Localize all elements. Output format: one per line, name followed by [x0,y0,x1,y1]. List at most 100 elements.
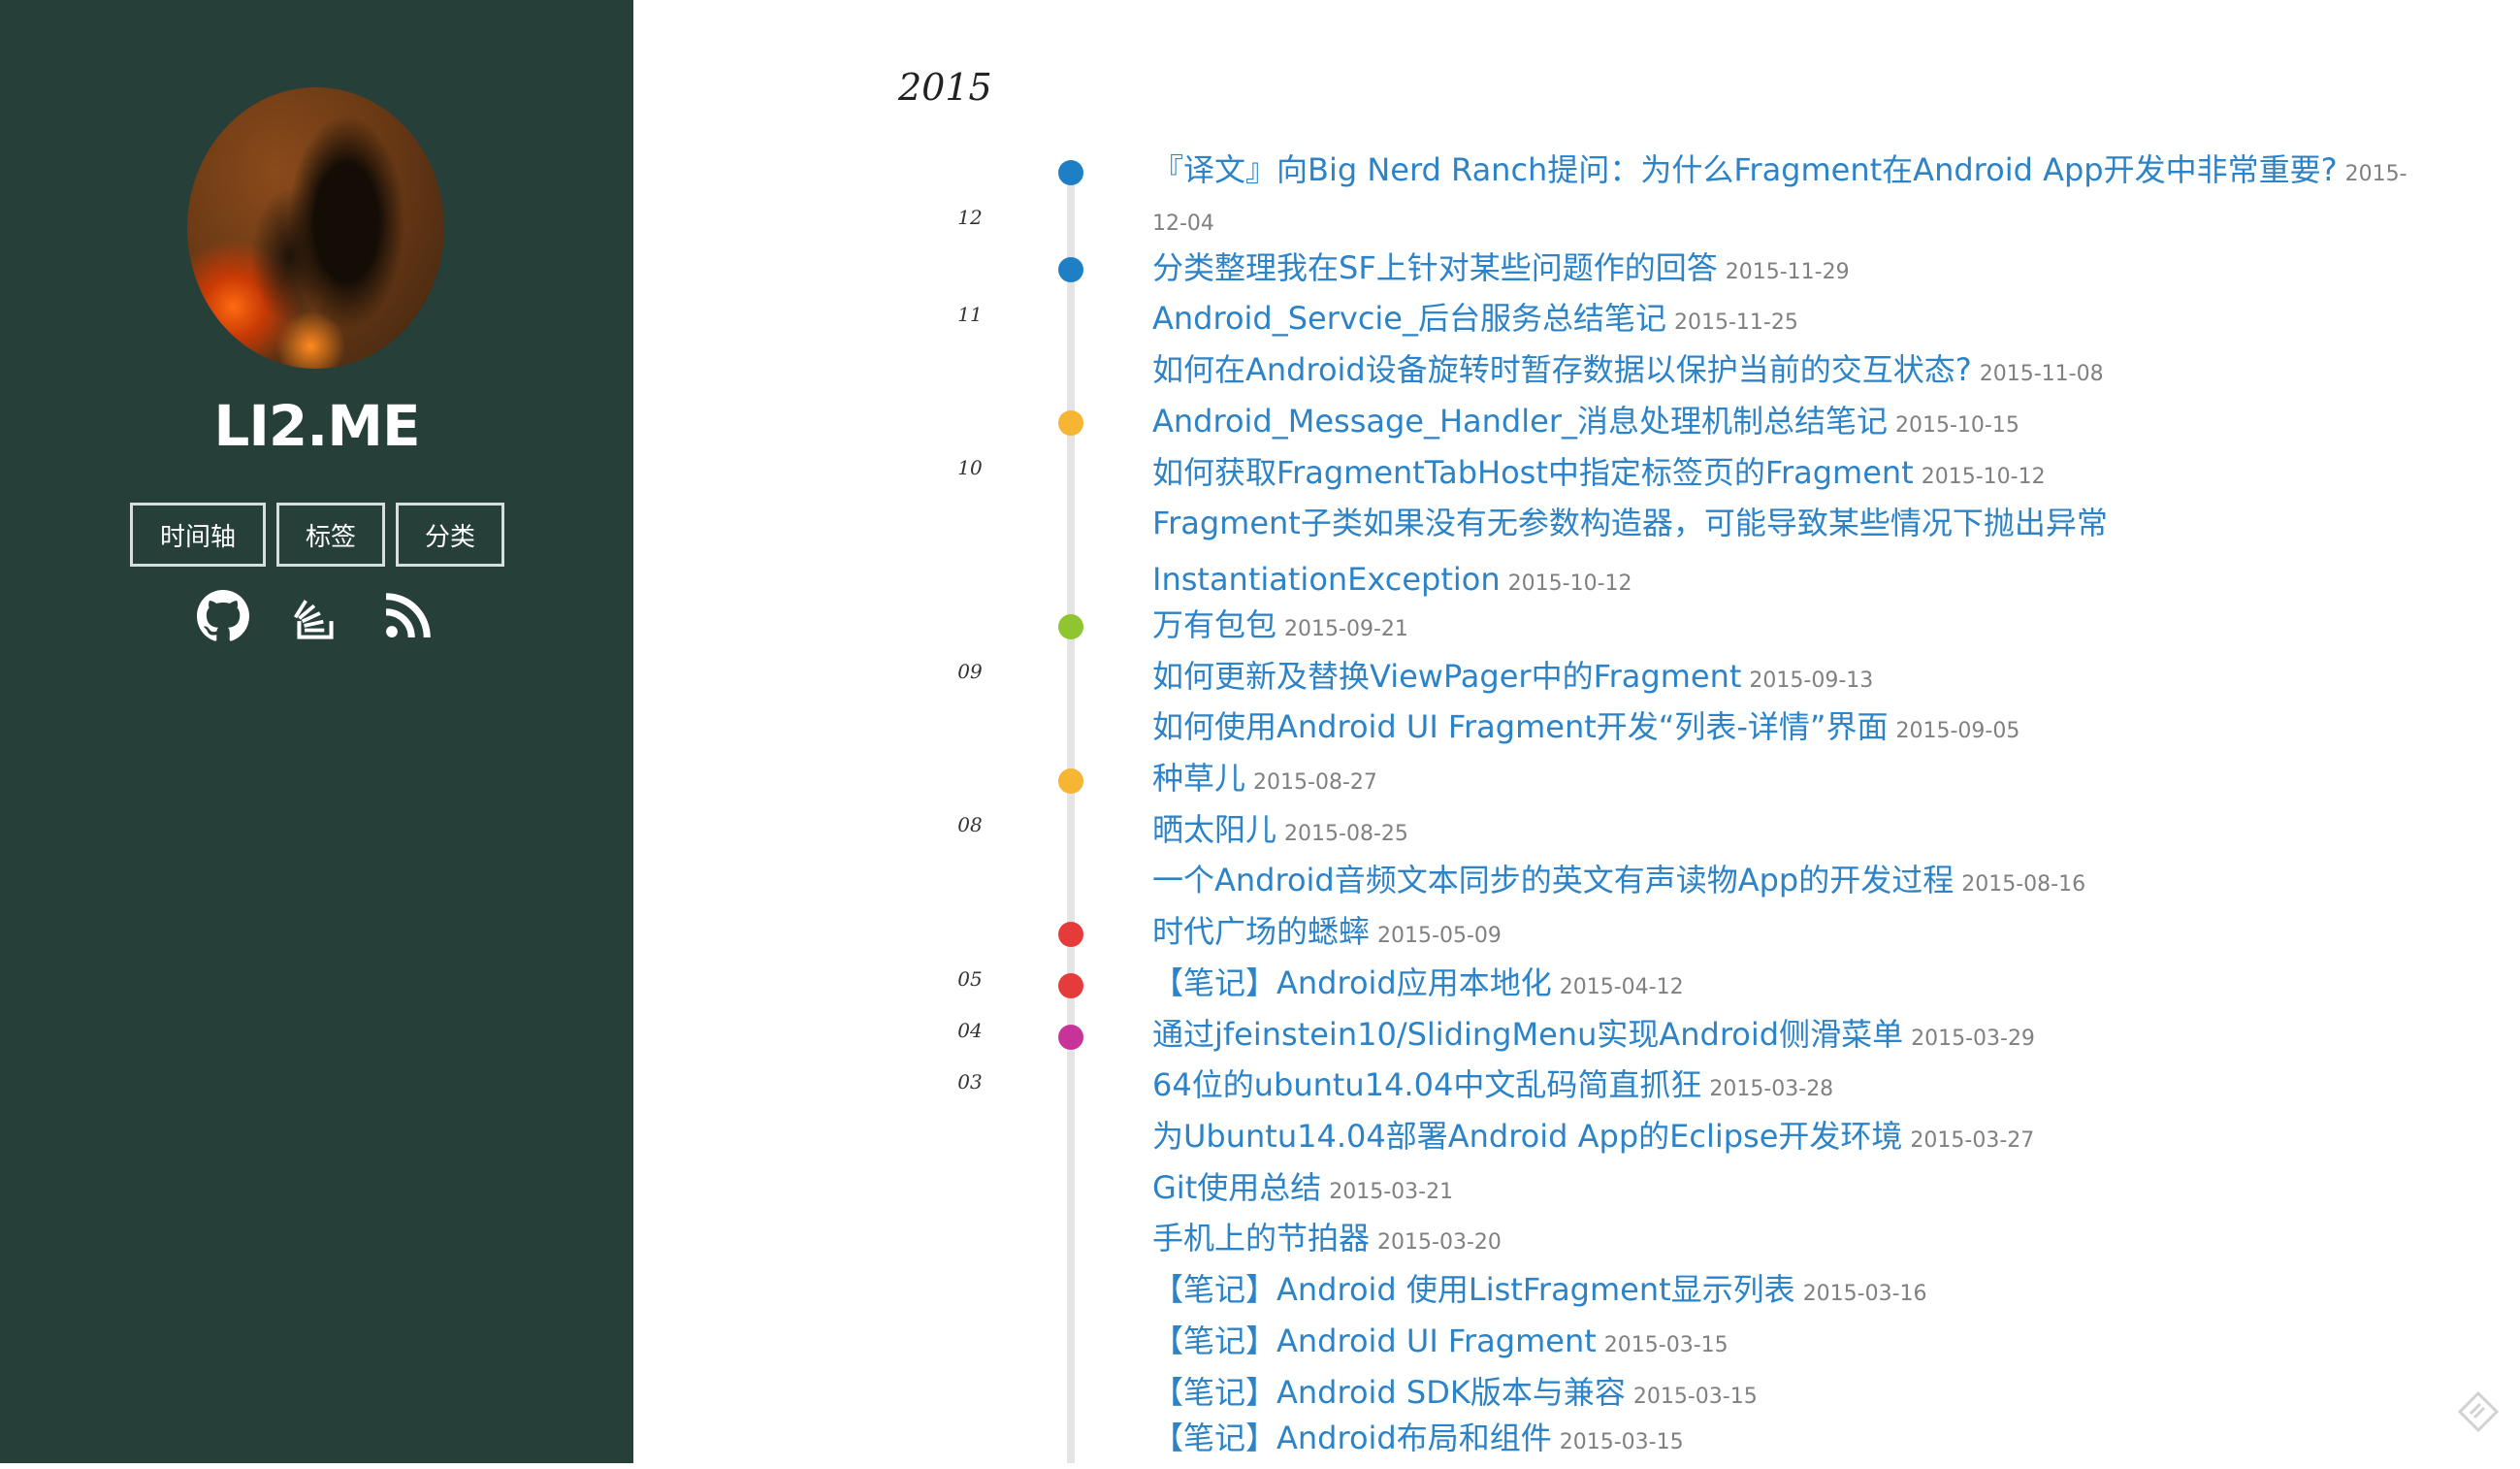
post-item: 分类整理我在SF上针对某些问题作的回答 2015-11-29 [1152,243,1850,299]
post-item: Android_Message_Handler_消息处理机制总结笔记 2015-1… [1152,396,2019,452]
month-label: 03 [957,1070,983,1094]
post-date: 2015-03-27 [1910,1128,2035,1153]
month-label: 10 [957,456,983,479]
post-item: 如何更新及替换ViewPager中的Fragment 2015-09-13 [1152,651,1873,707]
post-date: 2015-03-16 [1802,1282,1927,1306]
post-item: Fragment子类如果没有无参数构造器，可能导致某些情况下抛出异常 Insta… [1152,498,2181,610]
timeline-dot [1058,614,1083,639]
timeline-dot [1058,922,1083,947]
post-date: 2015-08-25 [1284,822,1408,846]
post-link[interactable]: 万有包包 [1152,606,1276,643]
post-date: 2015-11-08 [1979,362,2104,386]
post-date: 2015-08-27 [1253,770,1377,795]
github-icon[interactable] [197,590,249,642]
post-link[interactable]: 如何更新及替换ViewPager中的Fragment [1152,658,1741,695]
post-date: 2015-11-29 [1725,260,1850,284]
year-heading: 2015 [898,66,992,109]
post-link[interactable]: 『译文』向Big Nerd Ranch提问：为什么Fragment在Androi… [1152,151,2338,188]
post-item: 如何在Android设备旋转时暂存数据以保护当前的交互状态? 2015-11-08 [1152,344,2104,401]
post-item: 为Ubuntu14.04部署Android App的Eclipse开发环境 201… [1152,1111,2034,1167]
post-link[interactable]: 【笔记】Android应用本地化 [1152,964,1552,1001]
post-date: 2015-10-15 [1894,413,2019,438]
post-link[interactable]: 【笔记】Android布局和组件 [1152,1420,1552,1456]
post-item: 手机上的节拍器 2015-03-20 [1152,1213,1502,1269]
post-item: Git使用总结 2015-03-21 [1152,1162,1453,1219]
post-link[interactable]: 64位的ubuntu14.04中文乱码简直抓狂 [1152,1066,1701,1103]
post-link[interactable]: 【笔记】Android 使用ListFragment显示列表 [1152,1271,1795,1308]
post-item: 『译文』向Big Nerd Ranch提问：为什么Fragment在Androi… [1152,146,2433,249]
timeline-dot [1058,1025,1083,1050]
post-item: 种草儿 2015-08-27 [1152,753,1377,809]
timeline-dot [1058,160,1083,185]
post-link[interactable]: 种草儿 [1152,760,1245,797]
post-link[interactable]: Android_Servcie_后台服务总结笔记 [1152,300,1666,337]
post-date: 2015-09-21 [1284,617,1408,641]
post-item: 【笔记】Android UI Fragment 2015-03-15 [1152,1316,1728,1372]
post-date: 2015-03-21 [1329,1180,1454,1204]
post-link[interactable]: 如何使用Android UI Fragment开发“列表-详情”界面 [1152,708,1888,745]
post-link[interactable]: 通过jfeinstein10/SlidingMenu实现Android侧滑菜单 [1152,1016,1903,1053]
avatar[interactable] [187,87,444,369]
post-item: 时代广场的蟋蟀 2015-05-09 [1152,906,1502,963]
post-item: 万有包包 2015-09-21 [1152,600,1408,656]
post-link[interactable]: Android_Message_Handler_消息处理机制总结笔记 [1152,403,1888,440]
post-link[interactable]: Git使用总结 [1152,1169,1321,1206]
post-link[interactable]: 一个Android音频文本同步的英文有声读物App的开发过程 [1152,862,1954,898]
month-label: 09 [957,660,983,683]
post-date: 2015-03-15 [1559,1430,1684,1454]
post-link[interactable]: 晒太阳儿 [1152,811,1276,848]
post-item: Android_Servcie_后台服务总结笔记 2015-11-25 [1152,293,1798,349]
month-label: 08 [957,813,983,836]
nav-categories-button[interactable]: 分类 [396,503,504,567]
post-date: 2015-03-15 [1632,1385,1758,1409]
post-item: 【笔记】Android应用本地化 2015-04-12 [1152,958,1684,1014]
timeline-line [1067,167,1075,1463]
post-date: 2015-09-13 [1749,669,1874,693]
month-label: 04 [957,1019,983,1042]
post-link[interactable]: 【笔记】Android SDK版本与兼容 [1152,1374,1626,1411]
nav-timeline-button[interactable]: 时间轴 [130,503,266,567]
month-label: 11 [957,303,983,326]
sidebar: LI2.ME 时间轴 标签 分类 [0,0,633,1463]
post-item: 【笔记】Android 使用ListFragment显示列表 2015-03-16 [1152,1264,1927,1321]
post-item: 64位的ubuntu14.04中文乱码简直抓狂 2015-03-28 [1152,1060,1833,1116]
post-item: 如何获取FragmentTabHost中指定标签页的Fragment 2015-1… [1152,447,2046,504]
post-link[interactable]: 如何在Android设备旋转时暂存数据以保护当前的交互状态? [1152,351,1972,388]
post-link[interactable]: 时代广场的蟋蟀 [1152,913,1370,950]
stackoverflow-icon[interactable] [289,590,341,642]
nav-tags-button[interactable]: 标签 [276,503,385,567]
post-date: 2015-09-05 [1895,719,2020,743]
timeline-dot [1058,768,1083,794]
post-date: 2015-10-12 [1921,465,2046,489]
post-item: 晒太阳儿 2015-08-25 [1152,804,1408,861]
sidebar-nav: 时间轴 标签 分类 [130,503,504,567]
post-date: 2015-03-15 [1603,1333,1728,1357]
site-title[interactable]: LI2.ME [0,393,633,459]
post-date: 2015-10-12 [1507,571,1632,596]
post-link[interactable]: 为Ubuntu14.04部署Android App的Eclipse开发环境 [1152,1118,1902,1155]
post-date: 2015-03-29 [1911,1027,2035,1051]
post-date: 2015-08-16 [1961,872,2086,897]
post-date: 2015-05-09 [1377,924,1502,948]
post-item: 【笔记】Android布局和组件 2015-03-15 [1152,1413,1684,1469]
post-date: 2015-11-25 [1674,310,1798,335]
rss-icon[interactable] [381,590,434,642]
timeline-dot [1058,410,1083,436]
main-content: 2015 12 11 10 09 08 05 04 03 『译文』向Big Ne… [633,0,2520,1463]
post-link[interactable]: 分类整理我在SF上针对某些问题作的回答 [1152,249,1718,286]
post-item: 一个Android音频文本同步的英文有声读物App的开发过程 2015-08-16 [1152,855,2085,911]
post-link[interactable]: 如何获取FragmentTabHost中指定标签页的Fragment [1152,454,1914,491]
timeline-dot [1058,973,1083,998]
post-link[interactable]: 手机上的节拍器 [1152,1220,1370,1257]
post-link[interactable]: 【笔记】Android UI Fragment [1152,1322,1597,1359]
social-links [197,590,434,642]
post-item: 如何使用Android UI Fragment开发“列表-详情”界面 2015-0… [1152,702,2019,758]
timeline-dot [1058,257,1083,282]
month-label: 05 [957,967,983,991]
post-date: 2015-04-12 [1559,975,1684,999]
post-item: 通过jfeinstein10/SlidingMenu实现Android侧滑菜单 2… [1152,1009,2035,1065]
post-date: 2015-03-20 [1377,1230,1502,1255]
post-date: 2015-03-28 [1709,1077,1834,1101]
month-label: 12 [957,206,983,229]
back-to-top-icon[interactable] [2454,1387,2503,1436]
